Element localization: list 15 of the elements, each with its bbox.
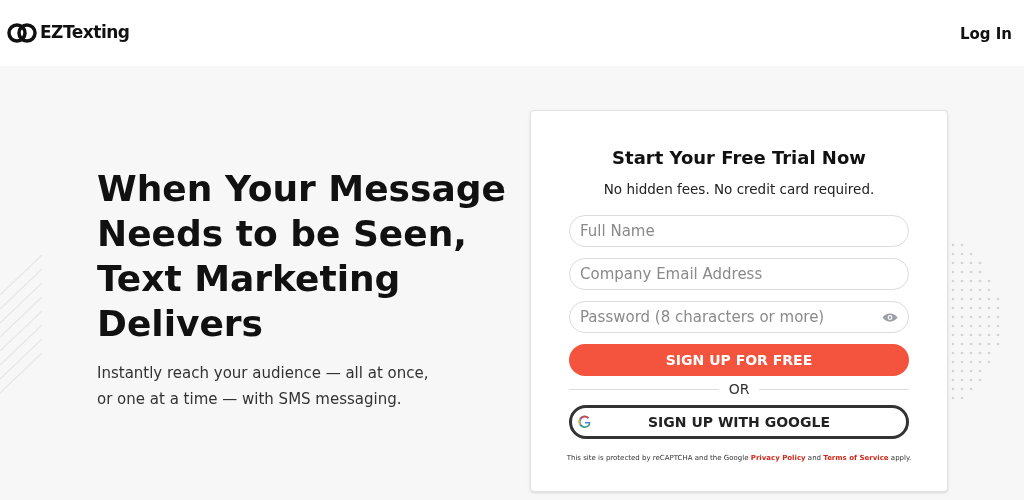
- signup-button[interactable]: SIGN UP FOR FREE: [569, 344, 909, 377]
- hero-subtext: Instantly reach your audience — all at once, or one at a time — with SMS messaging.: [97, 363, 430, 410]
- logo-icon: [7, 22, 39, 44]
- eye-icon[interactable]: [882, 311, 898, 323]
- login-link[interactable]: Log In: [959, 20, 1012, 46]
- form-title: Start Your Free Trial Now: [612, 146, 866, 170]
- logo-wordmark: EZTexting: [40, 21, 130, 45]
- form-subtitle: No hidden fees. No credit card required.: [603, 180, 875, 199]
- password-field[interactable]: Password (8 characters or more): [569, 301, 909, 334]
- hero-headline: When Your Message Needs to be Seen, Text Marketing Delivers: [97, 167, 507, 346]
- or-divider: OR: [728, 380, 750, 400]
- google-signup-button[interactable]: SIGN UP WITH GOOGLE: [569, 405, 909, 440]
- google-icon: [578, 415, 592, 430]
- text-field[interactable]: Full Name: [569, 215, 909, 248]
- text-field[interactable]: Company Email Address: [569, 258, 909, 291]
